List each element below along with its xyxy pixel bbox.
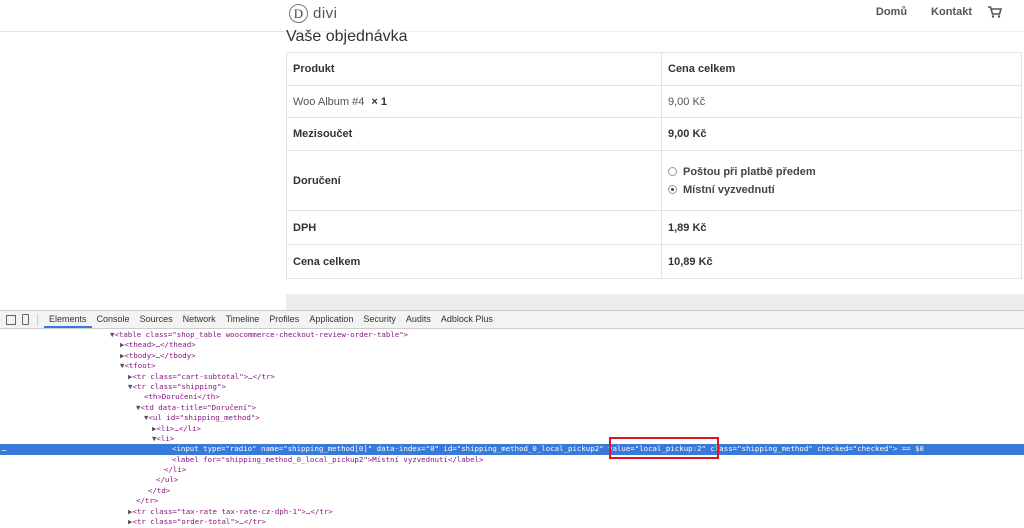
dom-line[interactable]: ▼<li> bbox=[0, 434, 1024, 444]
tax-value: 1,89 Kč bbox=[661, 210, 1022, 245]
dom-line-selected[interactable]: … <input type="radio" name="shipping_meth… bbox=[0, 444, 1024, 455]
dom-line[interactable]: ▼<tfoot> bbox=[0, 361, 1024, 371]
dom-line[interactable]: ▶<tr class="cart-subtotal">…</tr> bbox=[0, 372, 1024, 382]
tab-timeline[interactable]: Timeline bbox=[221, 311, 265, 328]
dom-line[interactable]: <label for="shipping_method_0_local_pick… bbox=[0, 455, 1024, 465]
cart-icon[interactable] bbox=[988, 6, 1002, 18]
shipping-option-pickup-label[interactable]: Místní vyzvednutí bbox=[683, 184, 775, 196]
tab-adblock-plus[interactable]: Adblock Plus bbox=[436, 311, 498, 328]
logo-mark: D bbox=[289, 4, 308, 23]
dom-line[interactable]: <th>Doručení</th> bbox=[0, 392, 1024, 402]
dom-line[interactable]: </td> bbox=[0, 486, 1024, 496]
subtotal-row: Mezisoučet 9,00 Kč bbox=[286, 117, 1022, 151]
nav-link-contact[interactable]: Kontakt bbox=[931, 6, 972, 18]
tab-console[interactable]: Console bbox=[92, 311, 135, 328]
order-review-table: Produkt Cena celkem Woo Album #4 × 1 9,0… bbox=[286, 52, 1022, 279]
device-mode-icon[interactable] bbox=[22, 314, 29, 325]
tab-application[interactable]: Application bbox=[304, 311, 358, 328]
cart-item-price: 9,00 Kč bbox=[661, 85, 1022, 118]
main-nav: Domů Kontakt bbox=[852, 6, 1002, 18]
cart-item-row: Woo Album #4 × 1 9,00 Kč bbox=[286, 85, 1022, 118]
inspect-element-icon[interactable] bbox=[6, 314, 16, 325]
radio-pickup[interactable] bbox=[668, 185, 677, 194]
table-header-row: Produkt Cena celkem bbox=[286, 52, 1022, 86]
tab-profiles[interactable]: Profiles bbox=[264, 311, 304, 328]
tab-elements[interactable]: Elements bbox=[44, 311, 92, 328]
shipping-option-pickup[interactable]: Místní vyzvednutí bbox=[668, 184, 1015, 196]
dom-line[interactable]: </li> bbox=[0, 465, 1024, 475]
tab-security[interactable]: Security bbox=[358, 311, 401, 328]
dom-tree: ▼<table class="shop_table woocommerce-ch… bbox=[0, 329, 1024, 527]
shipping-options: Poštou při platbě předem Místní vyzvednu… bbox=[661, 150, 1022, 211]
site-logo[interactable]: D divi bbox=[289, 4, 338, 23]
devtools-toolbar: Elements Console Sources Network Timelin… bbox=[0, 311, 1024, 329]
total-label: Cena celkem bbox=[286, 244, 662, 279]
header-left-area bbox=[0, 0, 286, 32]
toolbar-divider bbox=[37, 313, 38, 326]
dom-line[interactable]: ▼<tr class="shipping"> bbox=[0, 382, 1024, 392]
order-title: Vaše objednávka bbox=[286, 28, 408, 45]
dom-line[interactable]: ▼<table class="shop_table woocommerce-ch… bbox=[0, 330, 1024, 340]
dom-line[interactable]: </tr> bbox=[0, 496, 1024, 506]
col-header-product: Produkt bbox=[286, 52, 662, 86]
dom-line[interactable]: ▶<tbody>…</tbody> bbox=[0, 351, 1024, 361]
tab-network[interactable]: Network bbox=[178, 311, 221, 328]
shipping-option-post[interactable]: Poštou při platbě předem bbox=[668, 166, 1015, 178]
devtools-panel: Elements Console Sources Network Timelin… bbox=[0, 310, 1024, 528]
payment-section-top bbox=[286, 294, 1024, 310]
tab-audits[interactable]: Audits bbox=[401, 311, 436, 328]
tax-row: DPH 1,89 Kč bbox=[286, 210, 1022, 245]
dom-line[interactable]: </ul> bbox=[0, 475, 1024, 485]
logo-text: divi bbox=[313, 5, 338, 22]
subtotal-value: 9,00 Kč bbox=[661, 117, 1022, 151]
radio-post[interactable] bbox=[668, 167, 677, 176]
cart-item-qty: × 1 bbox=[371, 95, 388, 108]
dom-line[interactable]: ▶<thead>…</thead> bbox=[0, 340, 1024, 350]
tax-label: DPH bbox=[286, 210, 662, 245]
cart-item-cell: Woo Album #4 × 1 bbox=[286, 85, 662, 118]
subtotal-label: Mezisoučet bbox=[286, 117, 662, 151]
total-row: Cena celkem 10,89 Kč bbox=[286, 244, 1022, 279]
dom-line[interactable]: ▼<td data-title="Doručení"> bbox=[0, 403, 1024, 413]
nav-link-home[interactable]: Domů bbox=[876, 6, 907, 18]
more-options-icon[interactable]: … bbox=[2, 444, 6, 454]
annotation-highlight-box bbox=[609, 437, 719, 459]
cart-item-name: Woo Album #4 bbox=[293, 95, 365, 108]
tab-sources[interactable]: Sources bbox=[135, 311, 178, 328]
dom-line[interactable]: ▶<li>…</li> bbox=[0, 424, 1024, 434]
total-value: 10,89 Kč bbox=[661, 244, 1022, 279]
dom-line[interactable]: ▼<ul id="shipping_method"> bbox=[0, 413, 1024, 423]
col-header-total: Cena celkem bbox=[661, 52, 1022, 86]
shipping-label: Doručení bbox=[286, 150, 662, 211]
site-header: D divi Domů Kontakt bbox=[0, 0, 1024, 32]
dom-line[interactable]: ▶<tr class="order-total">…</tr> bbox=[0, 517, 1024, 527]
shipping-option-post-label[interactable]: Poštou při platbě předem bbox=[683, 166, 816, 178]
dom-line[interactable]: ▶<tr class="tax-rate tax-rate-cz-dph-1">… bbox=[0, 507, 1024, 517]
shipping-row: Doručení Poštou při platbě předem Místní… bbox=[286, 150, 1022, 211]
